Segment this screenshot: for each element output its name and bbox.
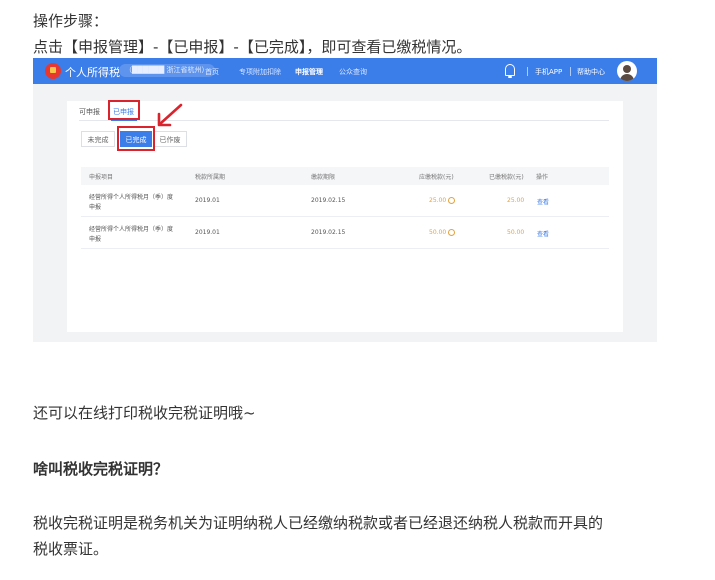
definition-line-1: 税收完税证明是税务机关为证明纳税人已经缴纳税款或者已经退还纳税人税款而开具的 [33,514,604,532]
row-item: 经营所得个人所得税月（季）度 [89,226,174,233]
print-note: 还可以在线打印税收完税证明哦~ [33,404,256,422]
logo-icon [45,63,61,79]
header-period: 税款所属期 [195,174,226,181]
row-item-cont: 申报 [89,236,102,243]
mobile-app-link[interactable]: 手机APP [535,67,562,77]
subtab-voided[interactable]: 已作废 [153,131,187,147]
table-row: 经营所得个人所得税月（季）度 申报 2019.01 2019.02.15 50.… [81,218,609,249]
question-heading: 啥叫税收完税证明？ [33,460,169,478]
row-period: 2019.01 [195,229,220,236]
definition-line-2: 税收票证。 [33,540,109,558]
table-header [81,167,609,185]
avatar[interactable] [617,61,637,81]
step-instruction: 点击【申报管理】-【已申报】-【已完成】，即可查看已缴税情况。 [33,38,472,56]
nav-special-deduction[interactable]: 专项附加扣除 [239,67,281,77]
header-tax-due: 应缴税款(元) [419,174,454,181]
avatar-body [620,74,634,81]
location-selector[interactable]: （██████ 浙江省杭州） [119,64,215,77]
table-row: 经营所得个人所得税月（季）度 申报 2019.01 2019.02.15 25.… [81,186,609,217]
info-icon[interactable] [448,229,455,236]
tax-app-screenshot: 个人所得税 （██████ 浙江省杭州） 首页 专项附加扣除 申报管理 公众查询… [33,58,657,342]
help-center-link[interactable]: 帮助中心 [577,67,605,77]
header-tax-paid: 已缴税款(元) [489,174,524,181]
tab-unfiled[interactable]: 可申报 [79,107,100,117]
avatar-head [623,65,631,73]
info-icon[interactable] [448,197,455,204]
bell-icon[interactable] [505,64,515,78]
header-item: 申报项目 [89,174,114,181]
row-tax-due: 25.00 [429,197,447,204]
row-tax-paid: 50.00 [507,229,525,236]
row-item-cont: 申报 [89,204,102,211]
highlight-box-filed [108,100,140,120]
nav-home[interactable]: 首页 [205,67,219,77]
steps-heading: 操作步骤： [33,12,109,30]
view-link[interactable]: 查看 [537,197,549,206]
row-tax-due: 50.00 [429,229,447,236]
view-link[interactable]: 查看 [537,229,549,238]
divider [570,67,571,76]
app-title: 个人所得税 [65,66,120,79]
row-period: 2019.01 [195,197,220,204]
highlight-box-completed [117,126,155,151]
nav-filing-management[interactable]: 申报管理 [295,67,323,77]
top-nav-bar: 个人所得税 （██████ 浙江省杭州） 首页 专项附加扣除 申报管理 公众查询… [33,58,657,84]
header-deadline: 缴款期限 [311,174,336,181]
subtab-pending[interactable]: 未完成 [81,131,115,147]
divider [527,67,528,76]
nav-public-inquiry[interactable]: 公众查询 [339,67,367,77]
row-deadline: 2019.02.15 [311,229,346,236]
red-arrow-icon [157,103,183,127]
row-tax-paid: 25.00 [507,197,525,204]
row-item: 经营所得个人所得税月（季）度 [89,194,174,201]
header-action: 操作 [536,174,549,181]
row-deadline: 2019.02.15 [311,197,346,204]
